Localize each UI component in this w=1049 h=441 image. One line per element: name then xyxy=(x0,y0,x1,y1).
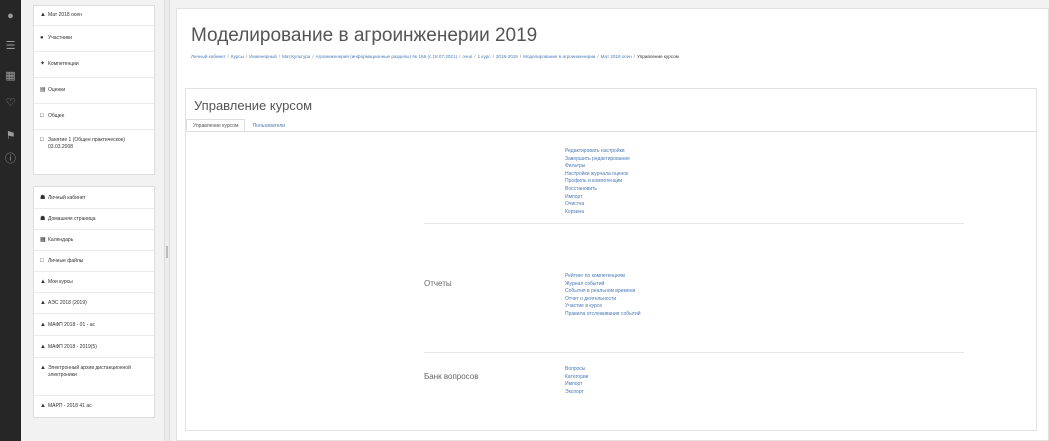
breadcrumb-item[interactable]: 1 курс xyxy=(478,54,491,59)
link-question-export[interactable]: Экспорт xyxy=(565,389,588,397)
link-list: Редактировать настройки Завершить редакт… xyxy=(565,148,630,216)
heart-icon[interactable]: ♡ xyxy=(4,97,17,110)
cap-icon: ▲ xyxy=(40,365,46,371)
admin-tabs: Управление курсом Пользователи xyxy=(186,119,292,131)
link-competencies[interactable]: Профиль и компетенции xyxy=(565,178,630,186)
breadcrumb-item[interactable]: очно xyxy=(462,54,472,59)
link-course-participation[interactable]: Участие в курсе xyxy=(565,303,641,311)
link-import[interactable]: Импорт xyxy=(565,194,630,202)
link-restore[interactable]: Восстановить xyxy=(565,186,630,194)
breadcrumb-item[interactable]: Курсы xyxy=(231,54,244,59)
nav-item-general[interactable]: □ Общее xyxy=(34,104,154,130)
grades-icon: ▤ xyxy=(40,87,46,93)
nav-item-calendar[interactable]: ▦ Календарь xyxy=(34,230,154,251)
nav-item-course-2[interactable]: ▲ МАФП 2018 - 01 - ас xyxy=(34,314,154,336)
link-questions[interactable]: Вопросы xyxy=(565,366,588,374)
breadcrumb-item[interactable]: Агроинженерия (информационные разделы) №… xyxy=(316,54,457,59)
link-gradebook-setup[interactable]: Настройки журнала оценок xyxy=(565,171,630,179)
section-title: Управление курсом xyxy=(194,98,313,113)
home-icon: ☗ xyxy=(40,195,46,201)
breadcrumb-item[interactable]: Личный кабинет xyxy=(191,54,226,59)
folder-icon: □ xyxy=(40,137,44,143)
list-icon[interactable]: ☰ xyxy=(4,40,17,53)
grid-icon[interactable]: ▦ xyxy=(4,70,17,83)
link-event-monitoring-rules[interactable]: Правила отслеживания событий xyxy=(565,311,641,319)
link-competency-breakdown[interactable]: Рейтинг по компетенциям xyxy=(565,273,641,281)
nav-item-private-files[interactable]: □ Личные файлы xyxy=(34,251,154,272)
link-activity-report[interactable]: Отчет о деятельности xyxy=(565,296,641,304)
nav-item-lesson-1[interactable]: □ Занятие 1 (Общее практическое) 03.03.2… xyxy=(34,130,154,174)
link-categories[interactable]: Категории xyxy=(565,374,588,382)
nav-item-dashboard[interactable]: ☗ Личный кабинет xyxy=(34,187,154,209)
group-title-question-bank: Банк вопросов xyxy=(424,372,479,381)
cap-icon: ▲ xyxy=(40,12,46,18)
tab-course-administration[interactable]: Управление курсом xyxy=(186,119,246,131)
page-title: Моделирование в агроинженерии 2019 xyxy=(191,25,538,46)
flag-icon[interactable]: ⚑ xyxy=(4,130,17,143)
breadcrumb-item[interactable]: Моделирование в агроинженерии xyxy=(523,54,595,59)
link-live-logs[interactable]: События в реальном времени xyxy=(565,288,641,296)
group-divider xyxy=(424,352,964,353)
link-list: Вопросы Категории Импорт Экспорт xyxy=(565,366,588,396)
link-logs[interactable]: Журнал событий xyxy=(565,281,641,289)
award-icon: ✦ xyxy=(40,61,46,67)
course-nav-card: ▲ Мат 2018 осен ● Участники ✦ Компетенци… xyxy=(33,5,155,175)
user-icon[interactable]: ● xyxy=(4,10,17,23)
file-icon: □ xyxy=(40,258,44,264)
nav-item-course-4[interactable]: ▲ Электронный архив дистанционной электр… xyxy=(34,358,154,396)
nav-item-course-short[interactable]: ▲ Мат 2018 осен xyxy=(34,6,154,26)
help-icon[interactable]: ⓘ xyxy=(4,153,17,166)
cap-icon: ▲ xyxy=(40,279,46,285)
link-recycle-bin[interactable]: Корзина xyxy=(565,209,630,217)
breadcrumb-item[interactable]: Мат.Культура xyxy=(282,54,310,59)
calendar-icon: ▦ xyxy=(40,237,46,243)
link-list: Рейтинг по компетенциям Журнал событий С… xyxy=(565,273,641,319)
link-reset[interactable]: Очистка xyxy=(565,201,630,209)
link-filters[interactable]: Фильтры xyxy=(565,163,630,171)
nav-item-competencies[interactable]: ✦ Компетенции xyxy=(34,52,154,78)
cap-icon: ▲ xyxy=(40,300,46,306)
breadcrumb-current: Управление курсом xyxy=(637,54,679,59)
users-icon: ● xyxy=(40,35,44,41)
nav-item-my-courses[interactable]: ▲ Мои курсы xyxy=(34,272,154,293)
tab-users[interactable]: Пользователи xyxy=(245,119,292,131)
breadcrumb: Личный кабинет / Курсы / Инженерный / Мат.Куль… xyxy=(191,54,1047,59)
nav-item-home[interactable]: ☗ Домашняя страница xyxy=(34,209,154,230)
group-title-reports: Отчеты xyxy=(424,279,452,288)
site-nav-card: ☗ Личный кабинет ☗ Домашняя страница ▦ К… xyxy=(33,186,155,418)
nav-item-course-3[interactable]: ▲ МАФП 2018 - 2019(5) xyxy=(34,336,154,358)
link-turn-editing-off[interactable]: Завершить редактирование xyxy=(565,156,630,164)
nav-item-participants[interactable]: ● Участники xyxy=(34,26,154,52)
course-administration-panel: Управление курсом Управление курсом Поль… xyxy=(185,88,1037,431)
breadcrumb-item[interactable]: Мат 2018 осен xyxy=(601,54,632,59)
breadcrumb-item[interactable]: 2018-2019 xyxy=(496,54,518,59)
cap-icon: ▲ xyxy=(40,403,46,409)
navigation-drawer: ▲ Мат 2018 осен ● Участники ✦ Компетенци… xyxy=(21,0,161,441)
folder-icon: □ xyxy=(40,113,44,119)
icon-rail: ● ☰ ▦ ♡ ⚑ ⓘ xyxy=(0,0,21,441)
nav-item-course-5[interactable]: ▲ МАРП - 2018 41 ас xyxy=(34,396,154,417)
cap-icon: ▲ xyxy=(40,344,46,350)
group-divider xyxy=(424,223,964,224)
nav-item-course-1[interactable]: ▲ АЭС 2018 (2019) xyxy=(34,293,154,314)
tabs-underline xyxy=(186,131,1036,132)
breadcrumb-item[interactable]: Инженерный xyxy=(249,54,277,59)
drawer-resize-handle[interactable] xyxy=(164,0,170,441)
grip-icon xyxy=(166,246,168,258)
nav-item-grades[interactable]: ▤ Оценки xyxy=(34,78,154,104)
link-question-import[interactable]: Импорт xyxy=(565,381,588,389)
cap-icon: ▲ xyxy=(40,322,46,328)
home-icon: ☗ xyxy=(40,216,46,222)
link-edit-settings[interactable]: Редактировать настройки xyxy=(565,148,630,156)
